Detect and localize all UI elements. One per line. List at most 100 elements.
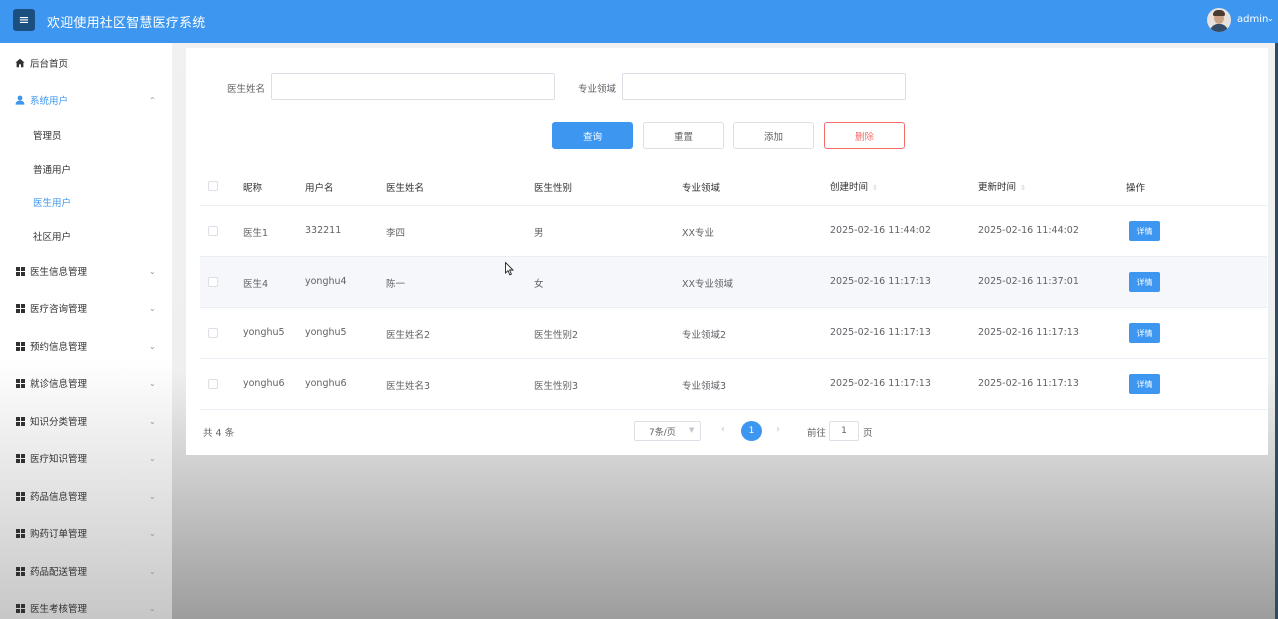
cell-doctor-name: 医生姓名2 — [386, 330, 431, 341]
user-dropdown-caret-icon[interactable]: ⌄ — [1267, 14, 1274, 23]
created-time-header[interactable]: 创建时间 ⇳ — [830, 179, 878, 193]
user-icon — [15, 95, 25, 105]
sidebar-item-label: 后台首页 — [30, 59, 69, 70]
sidebar-item-consultation[interactable]: 医疗咨询管理 ⌄ — [0, 293, 172, 323]
doctor-name-label: 医生姓名 — [227, 84, 266, 95]
sidebar-item-home[interactable]: 后台首页 — [0, 48, 172, 78]
sidebar-item-label: 社区用户 — [33, 232, 72, 243]
reset-button[interactable]: 重置 — [643, 122, 724, 149]
menu-toggle-button[interactable]: ≡ — [13, 9, 35, 31]
sidebar-item-drug-delivery[interactable]: 药品配送管理 ⌄ — [0, 556, 172, 586]
sidebar-item-community-users[interactable]: 社区用户 — [0, 221, 172, 251]
sidebar-item-doctor-info[interactable]: 医生信息管理 ⌄ — [0, 256, 172, 286]
sidebar-item-label: 药品配送管理 — [30, 567, 88, 578]
next-page-button[interactable]: › — [776, 424, 780, 435]
sidebar-item-doctor-users[interactable]: 医生用户 — [0, 187, 172, 217]
select-all-checkbox[interactable] — [208, 181, 218, 191]
sidebar: 后台首页 系统用户 ⌃ 管理员 普通用户 医生用户 社区用户 医生信息管理 ⌄ … — [0, 43, 172, 619]
goto-suffix: 页 — [863, 428, 873, 439]
cell-doctor-name: 李四 — [386, 228, 406, 239]
sidebar-item-label: 医疗知识管理 — [30, 454, 88, 465]
page-number-current[interactable]: 1 — [741, 421, 762, 441]
chevron-down-icon: ⌄ — [149, 303, 156, 313]
sort-icon[interactable]: ⇳ — [1020, 184, 1026, 192]
delete-button[interactable]: 删除 — [824, 122, 905, 149]
sidebar-item-label: 知识分类管理 — [30, 417, 88, 428]
grid-icon — [15, 378, 25, 388]
avatar-body-shape — [1210, 24, 1228, 32]
chevron-down-icon: ⌄ — [149, 266, 156, 276]
grid-icon — [15, 266, 25, 276]
sidebar-item-drug-orders[interactable]: 购药订单管理 ⌄ — [0, 518, 172, 548]
detail-button[interactable]: 详情 — [1129, 272, 1160, 292]
add-button[interactable]: 添加 — [733, 122, 814, 149]
grid-icon — [15, 491, 25, 501]
cell-updated-time: 2025-02-16 11:17:13 — [978, 327, 1079, 338]
sidebar-item-normal-users[interactable]: 普通用户 — [0, 154, 172, 184]
cell-doctor-gender: 医生性别3 — [534, 381, 579, 392]
cell-username: 332211 — [305, 225, 342, 236]
cell-created-time: 2025-02-16 11:44:02 — [830, 225, 931, 236]
updated-time-header[interactable]: 更新时间 ⇳ — [978, 179, 1026, 193]
top-header: ≡ 欢迎使用社区智慧医疗系统 admin ⌄ — [0, 0, 1278, 43]
sidebar-item-doctor-assessment[interactable]: 医生考核管理 ⌄ — [0, 593, 172, 619]
detail-button[interactable]: 详情 — [1129, 323, 1160, 343]
grid-icon — [15, 416, 25, 426]
cell-updated-time: 2025-02-16 11:37:01 — [978, 276, 1079, 287]
cell-doctor-name: 医生姓名3 — [386, 381, 431, 392]
goto-page-input[interactable] — [829, 421, 859, 441]
grid-icon — [15, 566, 25, 576]
specialty-label: 专业领域 — [578, 84, 617, 95]
sidebar-item-appointment[interactable]: 预约信息管理 ⌄ — [0, 331, 172, 361]
sidebar-item-visit[interactable]: 就诊信息管理 ⌄ — [0, 368, 172, 398]
cell-doctor-gender: 男 — [534, 228, 544, 239]
query-button[interactable]: 查询 — [552, 122, 633, 149]
prev-page-button[interactable]: ‹ — [721, 424, 725, 435]
cell-created-time: 2025-02-16 11:17:13 — [830, 327, 931, 338]
user-name[interactable]: admin — [1237, 14, 1268, 25]
column-header: 用户名 — [305, 183, 334, 194]
cell-created-time: 2025-02-16 11:17:13 — [830, 276, 931, 287]
row-checkbox[interactable] — [208, 328, 218, 338]
detail-button[interactable]: 详情 — [1129, 221, 1160, 241]
sidebar-item-knowledge-category[interactable]: 知识分类管理 ⌄ — [0, 406, 172, 436]
table-row: yonghu6 yonghu6 医生姓名3 医生性别3 专业领域3 2025-0… — [200, 359, 1267, 410]
grid-icon — [15, 303, 25, 313]
row-checkbox[interactable] — [208, 226, 218, 236]
chevron-up-icon: ⌃ — [149, 95, 156, 105]
sidebar-item-admin[interactable]: 管理员 — [0, 120, 172, 150]
specialty-input[interactable] — [622, 73, 906, 100]
user-avatar[interactable] — [1207, 8, 1231, 32]
grid-icon — [15, 341, 25, 351]
sidebar-item-label: 医生考核管理 — [30, 604, 88, 615]
detail-button[interactable]: 详情 — [1129, 374, 1160, 394]
cell-username: yonghu4 — [305, 276, 347, 287]
sidebar-item-label: 管理员 — [33, 131, 62, 142]
cell-nickname: yonghu5 — [243, 327, 285, 338]
page-size-select[interactable]: 7条/页 ▼ — [634, 421, 701, 441]
column-header-label: 创建时间 — [830, 182, 869, 193]
sidebar-item-label: 药品信息管理 — [30, 492, 88, 503]
chevron-down-icon: ⌄ — [149, 378, 156, 388]
row-checkbox[interactable] — [208, 277, 218, 287]
cell-specialty: XX专业 — [682, 228, 715, 239]
sidebar-item-system-users[interactable]: 系统用户 ⌃ — [0, 85, 172, 115]
sidebar-item-label: 就诊信息管理 — [30, 379, 88, 390]
sort-icon[interactable]: ⇳ — [872, 184, 878, 192]
cell-doctor-name: 陈一 — [386, 279, 406, 290]
doctor-name-input[interactable] — [271, 73, 555, 100]
sidebar-item-label: 普通用户 — [33, 165, 72, 176]
sidebar-item-drug-info[interactable]: 药品信息管理 ⌄ — [0, 481, 172, 511]
column-header: 操作 — [1126, 183, 1146, 194]
chevron-down-icon: ▼ — [689, 426, 695, 434]
table-header: 昵称 用户名 医生姓名 医生性别 专业领域 创建时间 ⇳ 更新时间 ⇳ 操作 — [200, 165, 1267, 206]
hamburger-icon: ≡ — [18, 12, 30, 28]
column-header: 昵称 — [243, 183, 263, 194]
row-checkbox[interactable] — [208, 379, 218, 389]
cell-created-time: 2025-02-16 11:17:13 — [830, 378, 931, 389]
page-size-value: 7条/页 — [649, 427, 676, 438]
sidebar-item-medical-knowledge[interactable]: 医疗知识管理 ⌄ — [0, 443, 172, 473]
table-row: 医生4 yonghu4 陈一 女 XX专业领域 2025-02-16 11:17… — [200, 257, 1267, 308]
grid-icon — [15, 603, 25, 613]
column-header: 专业领域 — [682, 183, 721, 194]
